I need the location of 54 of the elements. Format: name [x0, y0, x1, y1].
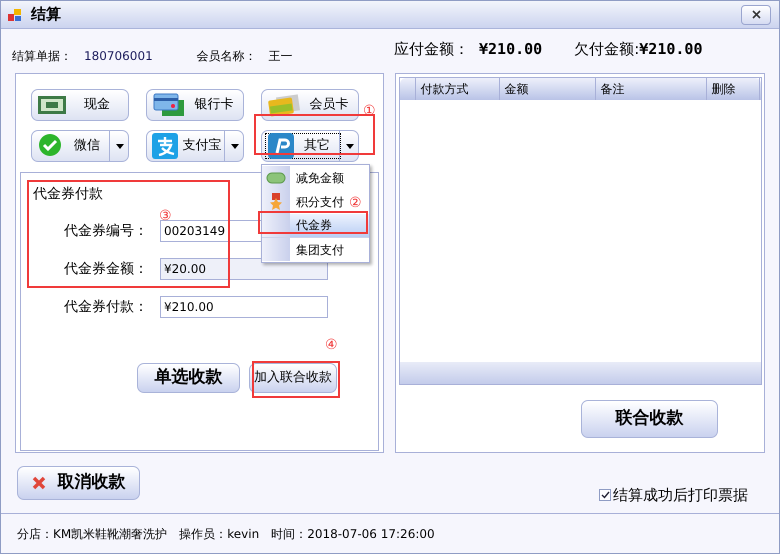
close-button[interactable] — [741, 4, 771, 24]
column-header[interactable]: 删除 — [706, 78, 760, 100]
owed-amount: ¥210.00 — [639, 38, 702, 60]
field-label: 代金券付款： — [64, 298, 149, 316]
bank-card-icon — [152, 92, 186, 118]
member-label: 会员名称： — [196, 48, 257, 65]
medal-icon — [269, 192, 283, 211]
payment-button[interactable]: 会员卡 — [261, 89, 359, 121]
owed-label: 欠付金额: — [574, 38, 640, 60]
check-icon — [600, 491, 610, 499]
member-name: 王一 — [268, 48, 293, 65]
cards-icon — [267, 92, 301, 118]
payment-button[interactable]: 其它 — [261, 130, 359, 162]
annotation-number: ② — [349, 196, 362, 210]
text-field[interactable]: ¥210.00 — [160, 296, 328, 318]
section-title: 代金券付款 — [33, 185, 103, 204]
action-button[interactable]: 加入联合收款 — [249, 363, 337, 393]
time-text: 时间：2018-07-06 17:26:00 — [271, 526, 435, 542]
combined-pay-button[interactable]: 联合收款 — [581, 400, 718, 438]
column-header[interactable]: 备注 — [596, 78, 706, 100]
bill-number: 180706001 — [84, 48, 153, 65]
payment-button[interactable]: 支付宝 — [146, 130, 244, 162]
payable-amount: ¥210.00 — [479, 38, 542, 60]
checkbox[interactable] — [599, 489, 611, 501]
close-icon — [752, 10, 760, 19]
caret-icon — [116, 144, 124, 148]
alipay-icon — [152, 133, 178, 159]
annotation-number: ③ — [159, 209, 172, 223]
window-icon — [8, 8, 22, 22]
checkbox-label: 结算成功后打印票据 — [613, 484, 748, 506]
field-label: 代金券编号： — [64, 222, 149, 240]
payable-label: 应付金额： — [394, 38, 469, 60]
window-title: 结算 — [31, 4, 61, 26]
p-logo-icon — [268, 133, 294, 159]
payment-button[interactable]: 现金 — [31, 89, 129, 121]
branch-text: 分店：KM凯米鞋靴潮奢洗护 — [17, 526, 168, 542]
bill-label: 结算单据： — [12, 48, 72, 65]
column-header[interactable]: 金额 — [500, 78, 596, 100]
payment-button[interactable]: 银行卡 — [146, 89, 244, 121]
coupon-icon — [266, 172, 286, 184]
caret-icon — [230, 144, 238, 148]
operator-text: 操作员：kevin — [179, 526, 260, 542]
field-label: 代金券金额： — [64, 260, 149, 278]
banknote-icon — [37, 94, 67, 116]
close-icon — [32, 476, 46, 490]
menu-item[interactable]: 减免金额 — [262, 166, 369, 190]
annotation-number: ④ — [325, 338, 338, 352]
check-bubble-icon — [37, 133, 63, 159]
menu-item[interactable]: 集团支付 — [262, 237, 369, 262]
action-button[interactable]: 单选收款 — [137, 363, 240, 393]
column-header[interactable]: 付款方式 — [416, 78, 500, 100]
cancel-button[interactable]: 取消收款 — [17, 466, 140, 500]
payment-button[interactable]: 微信 — [31, 130, 129, 162]
caret-icon — [346, 144, 354, 148]
